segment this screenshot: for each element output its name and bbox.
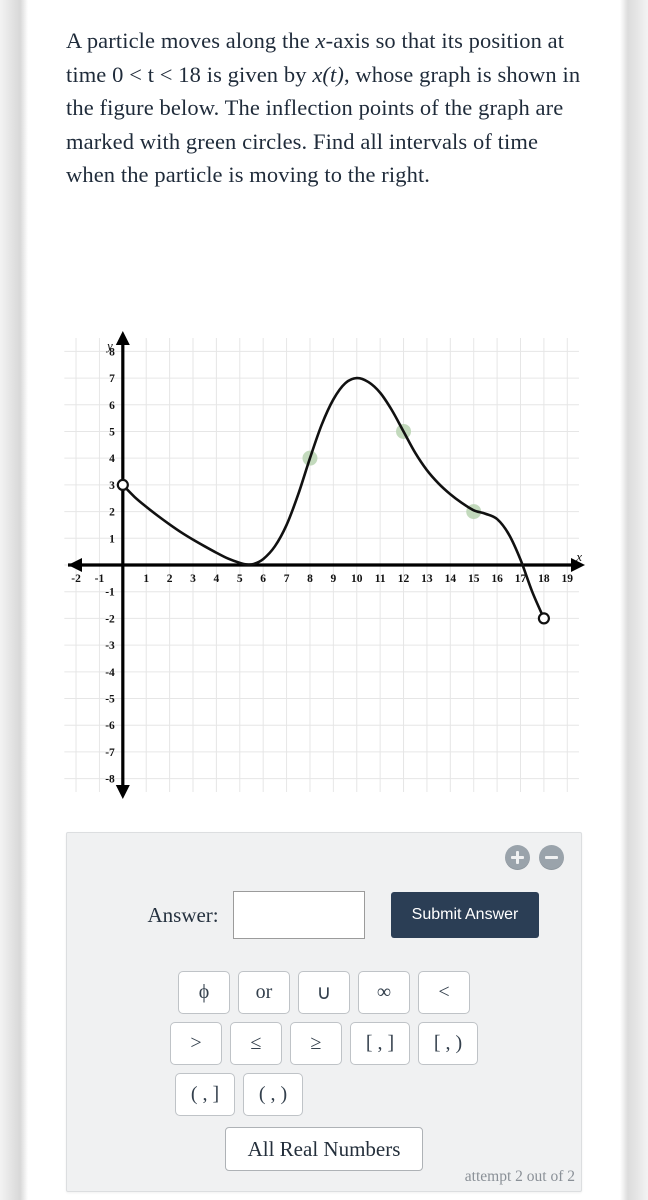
problem-text-a: A particle moves along the [66,28,316,53]
svg-text:y: y [105,338,113,353]
svg-text:9: 9 [330,573,336,585]
answer-panel: Answer: Submit Answer ϕ or ∪ ∞ < > ≤ ≥[ , ][ , … [66,832,582,1192]
keypad-row: > ≤ ≥[ , ][ , ) [170,1022,478,1065]
svg-text:18: 18 [538,573,550,585]
svg-text:16: 16 [491,573,503,585]
all-real-numbers-button[interactable]: All Real Numbers [224,1127,424,1171]
svg-text:4: 4 [109,453,115,465]
svg-text:-5: -5 [105,694,115,706]
answer-row: Answer: Submit Answer [67,891,581,939]
minus-icon [545,851,558,864]
math-keypad: ϕ or ∪ ∞ < > ≤ ≥[ , ][ , ) ( , ]( , ) All Real Nu… [67,971,581,1171]
answer-input[interactable] [232,891,365,939]
svg-text:-6: -6 [105,720,115,732]
svg-text:x: x [575,549,582,564]
problem-function: x(t) [312,61,344,87]
svg-text:-1: -1 [105,587,115,599]
svg-text:6: 6 [260,573,266,585]
svg-text:-1: -1 [95,573,105,585]
svg-text:8: 8 [307,573,313,585]
axes [68,331,585,799]
svg-text:-2: -2 [105,613,115,625]
keypad-key[interactable]: ϕ [178,971,230,1014]
keypad-key[interactable]: > [170,1022,222,1065]
svg-text:-4: -4 [105,667,115,679]
svg-text:6: 6 [109,400,115,412]
problem-statement: A particle moves along the x-axis so tha… [66,24,582,192]
svg-text:5: 5 [237,573,243,585]
svg-text:2: 2 [109,507,115,519]
svg-text:-2: -2 [71,573,81,585]
keypad-row: ( , ]( , ) [175,1073,303,1116]
svg-text:2: 2 [167,573,173,585]
svg-text:12: 12 [398,573,410,585]
svg-text:4: 4 [214,573,220,585]
svg-text:13: 13 [421,573,433,585]
svg-text:-7: -7 [105,747,115,759]
zoom-controls [505,845,564,870]
svg-text:1: 1 [109,533,115,545]
zoom-out-button[interactable] [539,845,564,870]
page-left-edge [0,0,28,1200]
inflection-markers [302,423,482,520]
svg-text:15: 15 [468,573,480,585]
svg-text:7: 7 [284,573,290,585]
keypad-key[interactable]: ≥ [290,1022,342,1065]
svg-text:5: 5 [109,426,115,438]
problem-var-x: x [315,28,326,53]
problem-inequality: 0 < t < 18 [112,61,202,87]
attempt-counter: attempt 2 out of 2 [464,1168,575,1185]
keypad-key[interactable]: [ , ] [350,1022,410,1065]
svg-text:11: 11 [375,573,386,585]
answer-label: Answer: [147,902,219,927]
svg-text:7: 7 [109,373,115,385]
page-right-edge [620,0,648,1200]
function-graph: -2 -1 1 2 3 4 5 6 7 8 9 10 11 12 13 14 15 16 17 18 198765432… [64,331,585,799]
svg-text:10: 10 [351,573,363,585]
keypad-key[interactable]: ∞ [358,971,410,1014]
plus-icon [511,851,524,864]
problem-text-c: is given by [201,61,313,87]
svg-text:3: 3 [190,573,196,585]
keypad-row: ϕ or ∪ ∞ < [178,971,470,1014]
keypad-key[interactable]: < [418,971,470,1014]
submit-answer-button[interactable]: Submit Answer [390,892,540,938]
keypad-key[interactable]: ( , ) [243,1073,303,1116]
keypad-key[interactable]: [ , ) [418,1022,478,1065]
keypad-key[interactable]: or [238,971,290,1014]
page-root: A particle moves along the x-axis so tha… [0,0,648,1200]
svg-text:1: 1 [143,573,149,585]
svg-text:-3: -3 [105,640,115,652]
keypad-key[interactable]: ∪ [298,971,350,1014]
graph-figure: -2 -1 1 2 3 4 5 6 7 8 9 10 11 12 13 14 15 16 17 18 19 8 7 6 5 4 3 2… [62,330,586,800]
svg-text:19: 19 [562,573,574,585]
keypad-key[interactable]: ( , ] [175,1073,235,1116]
keypad-key[interactable]: ≤ [230,1022,282,1065]
svg-text:14: 14 [445,573,457,585]
svg-text:-8: -8 [105,774,115,786]
svg-text:3: 3 [109,480,115,492]
zoom-in-button[interactable] [505,845,530,870]
